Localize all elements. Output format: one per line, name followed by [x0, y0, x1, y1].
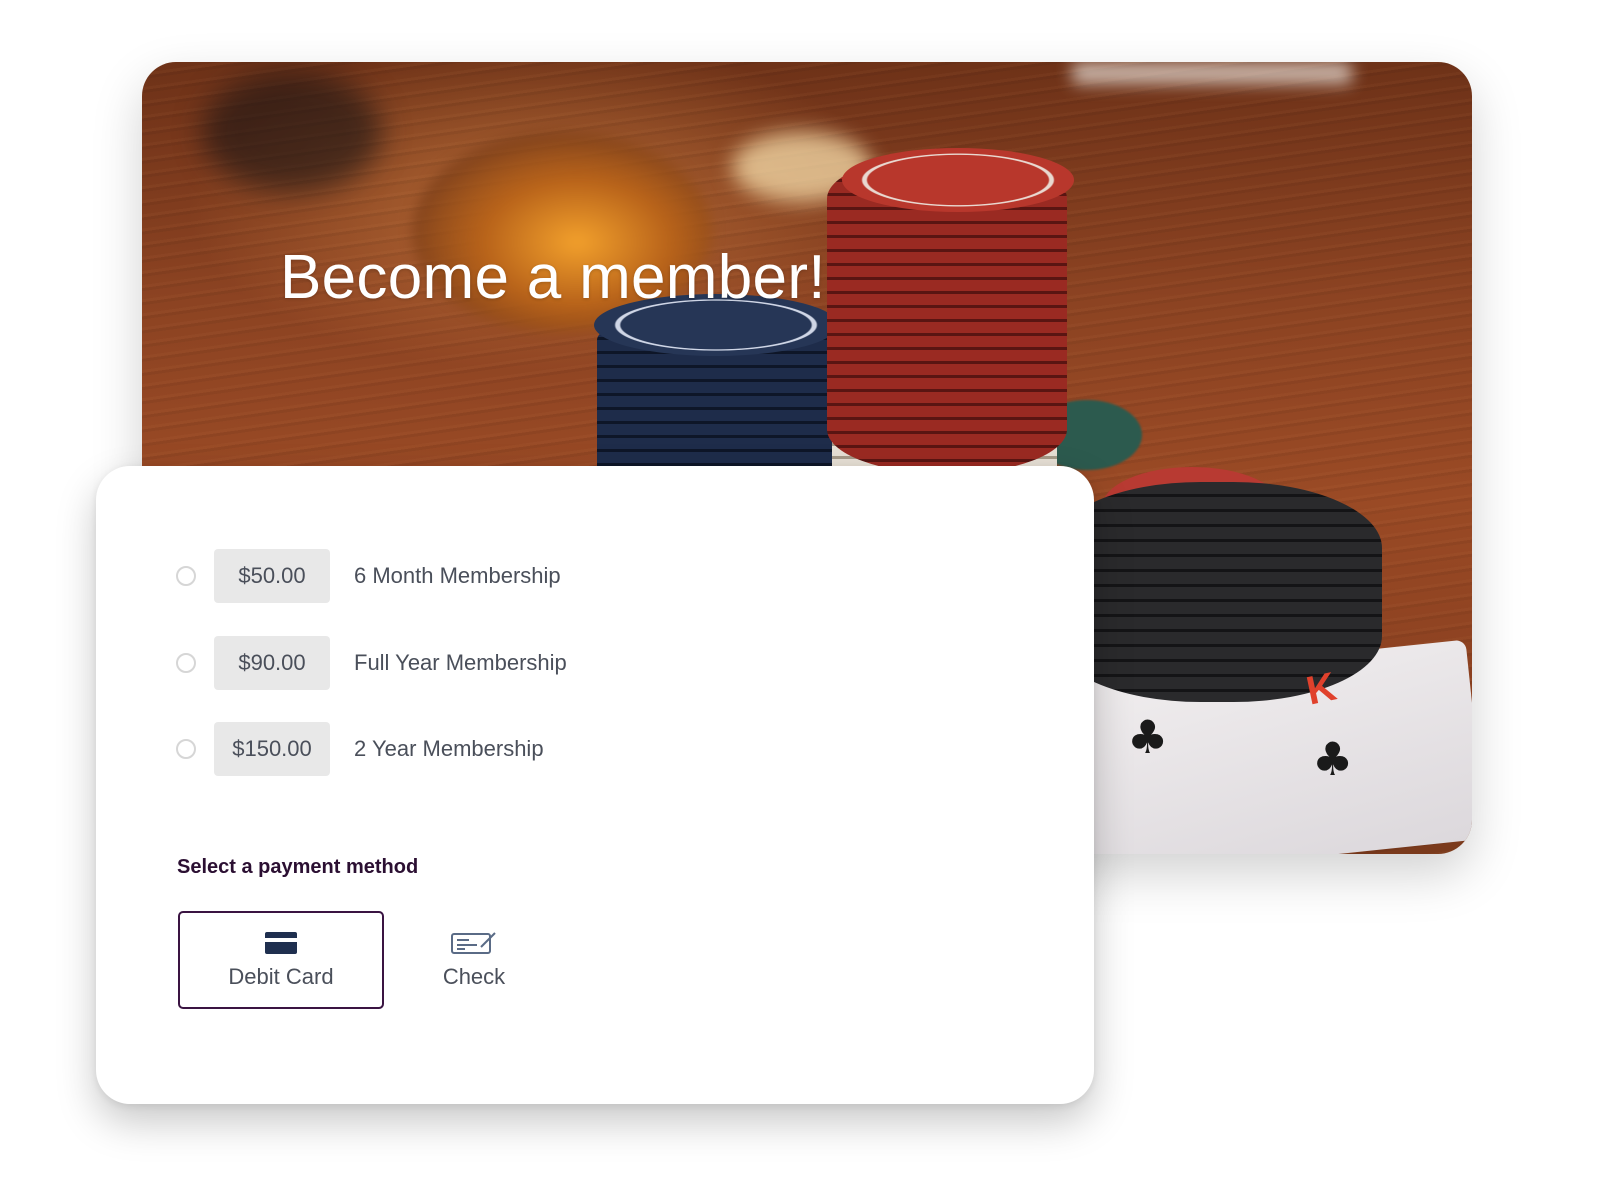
membership-option[interactable]: $50.00 6 Month Membership	[176, 549, 561, 603]
membership-option[interactable]: $90.00 Full Year Membership	[176, 636, 567, 690]
check-icon	[451, 930, 497, 956]
membership-label: 2 Year Membership	[354, 736, 544, 761]
payment-method-heading: Select a payment method	[177, 856, 419, 878]
photo-card-blur	[1072, 62, 1352, 84]
membership-label: Full Year Membership	[354, 650, 567, 675]
credit-card-icon	[265, 930, 297, 956]
page-title: Become a member!	[280, 243, 826, 312]
club-suit-icon: ♣	[1127, 710, 1169, 764]
radio-button[interactable]	[176, 739, 196, 759]
payment-method-debit-card[interactable]: Debit Card	[178, 911, 384, 1009]
payment-method-label: Check	[442, 964, 506, 989]
price-tag: $150.00	[214, 722, 330, 776]
payment-method-check[interactable]: Check	[371, 911, 577, 1009]
radio-button[interactable]	[176, 653, 196, 673]
membership-form: $50.00 6 Month Membership $90.00 Full Ye…	[96, 466, 1094, 1104]
price-tag: $90.00	[214, 636, 330, 690]
membership-label: 6 Month Membership	[354, 563, 561, 588]
membership-option[interactable]: $150.00 2 Year Membership	[176, 722, 544, 776]
payment-method-label: Debit Card	[228, 964, 334, 989]
photo-red-chip-top	[842, 148, 1074, 212]
price-tag: $50.00	[214, 549, 330, 603]
photo-black-chip-stack	[1052, 482, 1382, 702]
photo-shadow	[202, 72, 382, 192]
radio-button[interactable]	[176, 566, 196, 586]
club-suit-icon: ♣	[1312, 732, 1354, 786]
